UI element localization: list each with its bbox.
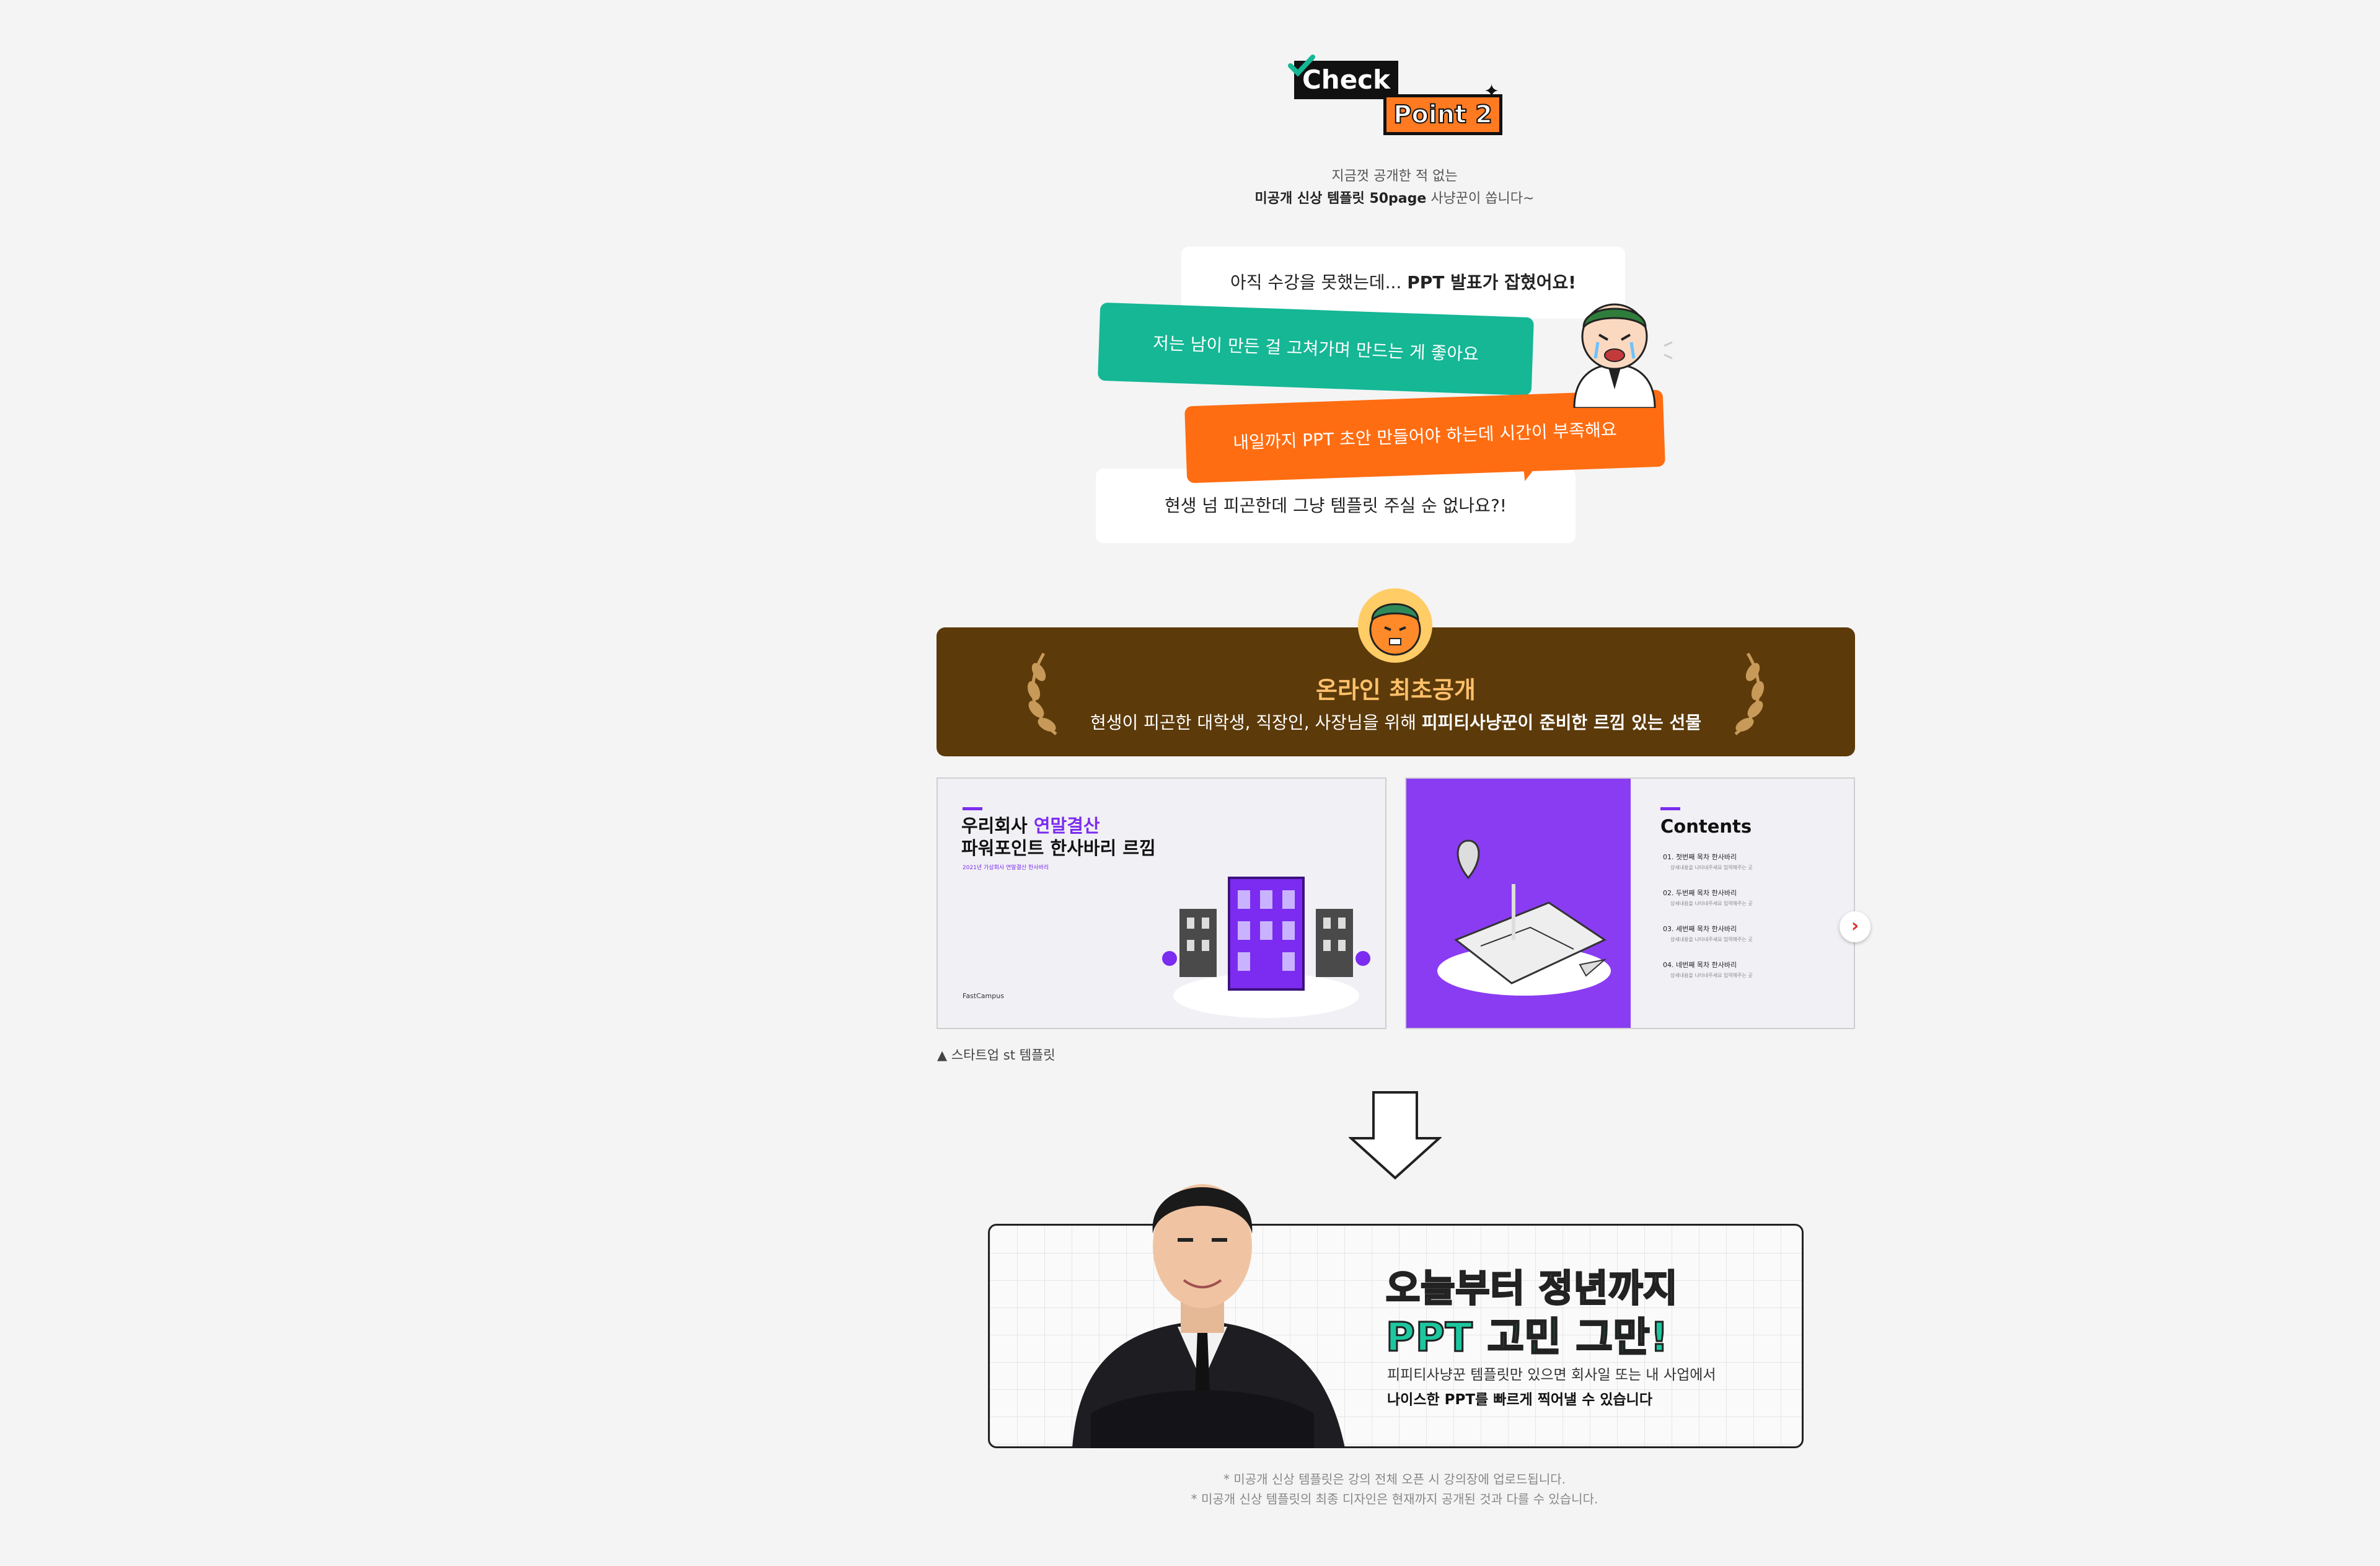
slide1-accent-bar xyxy=(963,807,982,810)
sparkle-icon: ✦ xyxy=(1484,81,1500,102)
building-illustration-icon xyxy=(1162,877,1370,1018)
intro-line1: 지금껏 공개한 적 없는 xyxy=(1331,169,1458,184)
toc-item-1: 01. 첫번째 목차 한사바리 xyxy=(1663,853,1737,861)
toc-item-4: 04. 네번째 목차 한사바리 xyxy=(1663,961,1737,969)
speech-bubble-4: 현생 넘 피곤한데 그냥 템플릿 주실 순 없나요?! xyxy=(1096,469,1576,543)
slide1-title-accent: 연말결산 xyxy=(1033,815,1100,836)
footnote-1: * 미공개 신상 템플릿은 강의 전체 오픈 시 강의장에 업로드됩니다. xyxy=(1223,1472,1566,1487)
intro-line2: 미공개 신상 템플릿 50page 사냥꾼이 쏩니다~ xyxy=(992,187,1797,207)
map-illustration-icon xyxy=(1437,839,1611,996)
intro-line2-rest: 사냥꾼이 쏩니다~ xyxy=(1426,191,1535,206)
banner-title: 온라인 최초공개 xyxy=(1316,676,1476,704)
banner-sub-plain: 현생이 피곤한 대학생, 직장인, 사장님을 위해 xyxy=(1090,712,1422,733)
promo-text-1: 피피티사냥꾼 템플릿만 있으면 회사일 또는 내 사업에서 xyxy=(1387,1367,1716,1383)
slide2-title: Contents xyxy=(1660,816,1752,837)
promo-text-2: 나이스한 PPT를 빠르게 찍어낼 수 있습니다 xyxy=(1387,1392,1652,1408)
slide1-title-a: 우리회사 xyxy=(961,815,1034,836)
slide1-subtitle: 2021년 가상회사 연말결산 한사바리 xyxy=(963,865,1049,871)
mascot-icon xyxy=(1358,588,1432,663)
chevron-right-icon: › xyxy=(1851,915,1859,937)
instructor-photo xyxy=(1072,1184,1345,1448)
toc-sub-4: 상세내용을 나타내주세요 입력해주는 곳 xyxy=(1670,973,1753,978)
slide1-title-b: 파워포인트 한사바리 르낌 xyxy=(961,838,1156,859)
toc-item-2: 02. 두번째 목차 한사바리 xyxy=(1663,889,1737,897)
slide2-purple-panel xyxy=(1406,779,1631,1028)
promo-heading-2: PPT 고민 그만! xyxy=(1385,1314,1670,1362)
toc-sub-2: 상세내용을 나타내주세요 입력해주는 곳 xyxy=(1670,901,1753,906)
down-arrow-icon xyxy=(1349,1091,1442,1180)
toc-sub-1: 상세내용을 나타내주세요 입력해주는 곳 xyxy=(1670,865,1753,870)
banner-subtitle: 현생이 피곤한 대학생, 직장인, 사장님을 위해 피피티사냥꾼이 준비한 르낌… xyxy=(937,709,1855,734)
checkmark-icon xyxy=(1288,55,1315,77)
slide1-title: 우리회사 연말결산 파워포인트 한사바리 르낌 xyxy=(961,815,1156,859)
template-slide-2[interactable]: Contents 01. 첫번째 목차 한사바리 상세내용을 나타내주세요 입력… xyxy=(1405,777,1855,1029)
bubble1-text: 아직 수강을 못했는데... xyxy=(1230,272,1408,293)
speech-bubble-2: 저는 남이 만든 걸 고쳐가며 만드는 게 좋아요 xyxy=(1098,302,1534,396)
banner-sub-bold: 피피티사냥꾼이 준비한 르낌 있는 선물 xyxy=(1421,712,1702,733)
toc-item-3: 03. 세번째 목차 한사바리 xyxy=(1663,925,1737,933)
crying-character-icon xyxy=(1573,303,1673,408)
template-slide-1[interactable]: 우리회사 연말결산 파워포인트 한사바리 르낌 2021년 가상회사 연말결산 … xyxy=(937,777,1386,1029)
bubble3-tail xyxy=(1522,453,1550,481)
toc-sub-3: 상세내용을 나타내주세요 입력해주는 곳 xyxy=(1670,937,1753,942)
slide2-accent-bar xyxy=(1660,807,1680,810)
promo-heading-1: 오늘부터 정년까지 xyxy=(1385,1267,1678,1312)
slide1-footer: FastCampus xyxy=(963,992,1004,1000)
footnote-2: * 미공개 신상 템플릿의 최종 디자인은 현재까지 공개된 것과 다를 수 있… xyxy=(1191,1492,1598,1506)
intro-line2-bold: 미공개 신상 템플릿 50page xyxy=(1254,191,1427,206)
carousel-next-button[interactable]: › xyxy=(1840,911,1871,942)
bubble1-bold: PPT 발표가 잡혔어요! xyxy=(1407,272,1576,293)
slide-caption: ▲ 스타트업 st 템플릿 xyxy=(937,1048,1056,1063)
